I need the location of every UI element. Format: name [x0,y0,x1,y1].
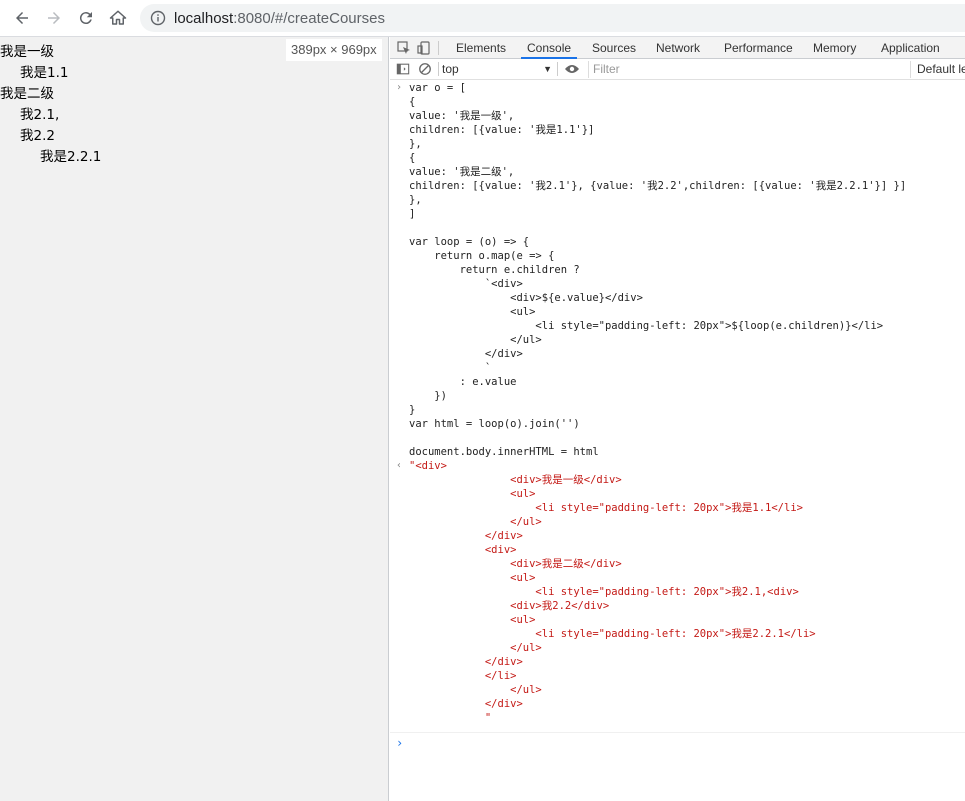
url-host: localhost [174,9,234,27]
input-line: `<div> [409,278,523,290]
home-button[interactable] [108,8,128,28]
output-line: <div> [409,544,517,556]
output-line: <div>我2.2</div> [409,600,610,612]
console-prompt-icon[interactable]: › [396,736,403,750]
input-line: value: '我是二级', [409,166,515,178]
output-line: </ul> [409,684,542,696]
arrow-left-icon [16,12,28,24]
tree-item-2-1: 我2.1, [20,107,60,123]
output-line: </div> [409,698,523,710]
page-viewport: 我是一级 我是1.1 我是二级 我2.1, 我2.2 我是2.2.1 389px… [0,37,389,801]
tab-performance[interactable]: Performance [724,37,793,59]
input-line: </ul> [409,334,542,346]
input-line: }) [409,390,447,402]
output-line: <ul> [409,488,536,500]
input-line: var o = [ [409,82,466,94]
sidebar-toggle-icon[interactable] [396,62,410,76]
tab-sources[interactable]: Sources [592,37,636,59]
input-line: ` [409,362,492,374]
input-line: { [409,152,416,164]
output-line: <div>我是一级</div> [409,474,622,486]
console-divider [390,732,965,733]
context-selector[interactable]: top ▼ [442,61,554,78]
output-line: <li style="padding-left: 20px">我是1.1</li… [409,502,803,514]
output-line: <ul> [409,614,536,626]
reload-button[interactable] [76,8,96,28]
tab-application[interactable]: Application [881,37,940,59]
eye-icon[interactable] [564,62,580,76]
forward-button[interactable] [44,8,64,28]
input-line: var loop = (o) => { [409,236,530,248]
input-line: ] [409,208,416,220]
arrow-right-icon [48,12,60,24]
output-line: <div>我是二级</div> [409,558,622,570]
device-toolbar-icon[interactable] [416,40,432,56]
home-icon [109,10,127,25]
input-line: var html = loop(o).join('') [409,418,580,430]
tab-elements[interactable]: Elements [456,37,506,59]
input-line: <ul> [409,306,536,318]
url-text: localhost:8080/#/createCourses [174,10,385,27]
tree-item-1-1: 我是1.1 [20,65,69,81]
separator [438,41,439,55]
tree-item-level1: 我是一级 [0,44,54,60]
tab-network[interactable]: Network [656,37,700,59]
result-arrow-icon: ‹ [396,460,403,471]
output-line: " [409,712,492,724]
inspect-element-icon[interactable] [396,40,412,56]
tree-item-level2: 我是二级 [0,86,54,102]
input-line: } [409,404,416,416]
output-line: </ul> [409,516,542,528]
clear-console-icon[interactable] [418,62,432,76]
tab-memory[interactable]: Memory [813,37,856,59]
separator [438,62,439,76]
input-line: children: [{value: '我是1.1'}] [409,124,595,136]
output-line: "<div> [409,460,447,472]
info-icon[interactable] [150,10,166,26]
log-levels-dropdown[interactable]: Default levels [910,61,965,78]
input-line: : e.value [409,376,517,388]
input-line: }, [409,194,422,206]
tree-item-2-2-1: 我是2.2.1 [40,149,102,165]
output-line: </div> [409,656,523,668]
input-line: <li style="padding-left: 20px">${loop(e.… [409,320,884,332]
input-line: children: [{value: '我2.1'}, {value: '我2.… [409,180,907,192]
input-line: value: '我是一级', [409,110,515,122]
output-line: <ul> [409,572,536,584]
console-filter-input[interactable]: Filter [588,61,908,78]
back-button[interactable] [12,8,32,28]
devtools-tabbar: Elements Console Sources Network Perform… [390,37,965,59]
tree-item-2-2: 我2.2 [20,128,55,144]
input-line: return e.children ? [409,264,580,276]
input-line: }, [409,138,422,150]
url-path: :8080/#/createCourses [233,9,385,27]
output-line: </li> [409,670,517,682]
browser-toolbar: localhost:8080/#/createCourses [0,0,965,37]
output-line: </ul> [409,642,542,654]
input-line: return o.map(e => { [409,250,555,262]
dropdown-arrow-icon: ▼ [543,64,552,74]
input-line: document.body.innerHTML = html [409,446,599,458]
tab-console[interactable]: Console [520,37,578,59]
separator [557,62,558,76]
devtools-panel: Elements Console Sources Network Perform… [390,37,965,801]
input-line: { [409,96,416,108]
input-line: <div>${e.value}</div> [409,292,643,304]
console-filter-bar: top ▼ Filter Default levels [390,59,965,80]
input-prompt-icon: › [396,82,403,93]
viewport-size-badge: 389px × 969px [286,39,382,61]
context-value: top [442,62,459,76]
output-line: <li style="padding-left: 20px">我是2.2.1</… [409,628,816,640]
reload-icon [79,12,92,25]
output-line: </div> [409,530,523,542]
address-bar[interactable]: localhost:8080/#/createCourses [140,4,965,32]
output-line: <li style="padding-left: 20px">我2.1,<div… [409,586,799,598]
input-line: </div> [409,348,523,360]
